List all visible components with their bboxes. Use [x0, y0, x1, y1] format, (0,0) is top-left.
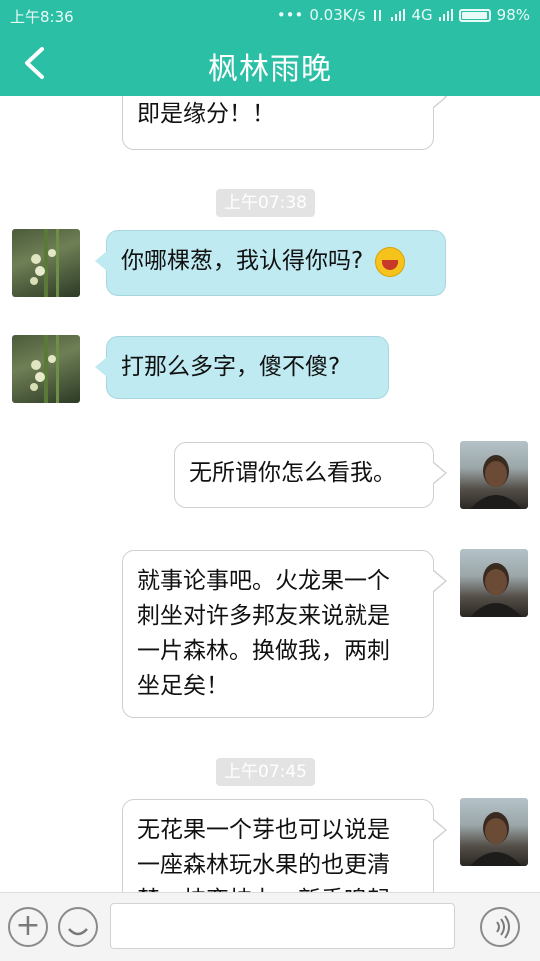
avatar-image — [470, 812, 522, 866]
message-line: 楚一枝变枝力，新手嗅起 — [137, 883, 419, 892]
message-bubble-outgoing[interactable]: 即是缘分！！ — [122, 96, 447, 150]
message-line: 无花果一个芽也可以说是 — [137, 817, 390, 843]
timestamp: 上午07:45 — [216, 758, 315, 786]
chat-title: 枫林雨晚 — [208, 52, 332, 87]
status-right: ••• 0.03K/s 4G 98% — [277, 6, 530, 24]
message-bubble-outgoing[interactable]: 无花果一个芽也可以说是 一座森林玩水果的也更清 楚一枝变枝力，新手嗅起 — [122, 799, 447, 892]
timestamp: 上午07:38 — [216, 189, 315, 217]
data-arrows-icon — [371, 9, 385, 21]
avatar-image — [30, 229, 59, 297]
message-text: 即是缘分！！ — [137, 101, 275, 127]
battery-fill — [461, 11, 488, 19]
battery-icon — [458, 8, 491, 22]
signal-icon-2 — [438, 9, 453, 21]
contact-avatar[interactable] — [12, 229, 80, 297]
avatar-image — [470, 455, 522, 509]
contact-avatar[interactable] — [12, 335, 80, 403]
message-text: 打那么多字，傻不傻? — [121, 354, 341, 380]
voice-icon[interactable] — [480, 907, 520, 947]
chat-area[interactable]: 即是缘分！！ 上午07:38 你哪棵葱，我认得你吗? 打那么多字，傻不傻? 无所… — [0, 96, 540, 892]
battery-percent: 98% — [496, 6, 530, 24]
message-bubble-outgoing[interactable]: 无所谓你怎么看我。 — [174, 442, 447, 508]
user-avatar[interactable] — [460, 549, 528, 617]
network-speed: 0.03K/s — [309, 6, 366, 24]
network-type: 4G — [411, 6, 433, 24]
title-bar: 枫林雨晚 — [0, 30, 540, 96]
status-time: 上午8:36 — [10, 8, 74, 26]
message-line: 刺坐对许多邦友来说就是 — [137, 603, 390, 629]
message-text: 无所谓你怎么看我。 — [189, 460, 396, 486]
input-bar: + — [0, 892, 540, 961]
message-text: 你哪棵葱，我认得你吗? — [121, 248, 364, 274]
message-bubble-incoming[interactable]: 你哪棵葱，我认得你吗? — [95, 230, 446, 296]
smiley-icon[interactable] — [58, 907, 98, 947]
avatar-image — [470, 563, 522, 617]
message-bubble-outgoing[interactable]: 就事论事吧。火龙果一个 刺坐对许多邦友来说就是 一片森林。换做我，两刺 坐足矣！ — [122, 550, 447, 718]
message-line: 就事论事吧。火龙果一个 — [137, 568, 390, 594]
user-avatar[interactable] — [460, 441, 528, 509]
plus-icon[interactable]: + — [8, 907, 48, 947]
status-bar: 上午8:36 ••• 0.03K/s 4G 98% — [0, 0, 540, 30]
message-bubble-incoming[interactable]: 打那么多字，傻不傻? — [95, 336, 389, 399]
message-line: 一片森林。换做我，两刺 — [137, 638, 390, 664]
avatar-image — [30, 335, 59, 403]
user-avatar[interactable] — [460, 798, 528, 866]
status-dots: ••• — [276, 6, 304, 24]
smiley-glyph — [68, 928, 88, 936]
voice-glyph — [496, 915, 510, 939]
message-input[interactable] — [110, 903, 455, 949]
signal-icon — [391, 9, 406, 21]
laughing-face-icon — [374, 246, 405, 277]
message-line: 一座森林玩水果的也更清 — [137, 852, 390, 878]
message-line: 坐足矣！ — [137, 673, 229, 699]
